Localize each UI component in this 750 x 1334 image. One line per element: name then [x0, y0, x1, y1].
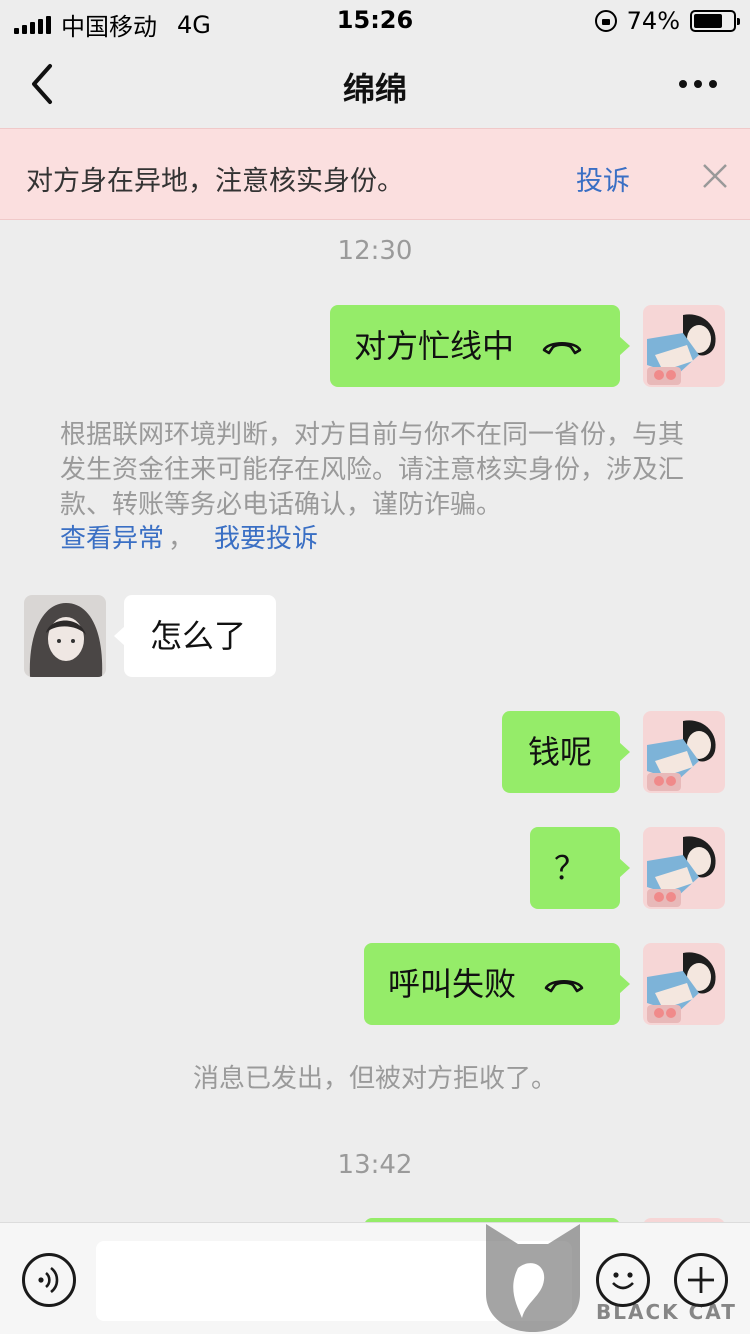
message-bubble-incoming[interactable]: 怎么了 [114, 595, 276, 677]
message-bubble-outgoing[interactable]: 钱呢 [502, 711, 630, 793]
banner-report-link[interactable]: 投诉 [576, 159, 630, 198]
battery-icon [690, 10, 740, 32]
message-text: ？ [554, 849, 587, 887]
my-avatar[interactable] [643, 305, 725, 387]
back-button[interactable] [20, 60, 68, 108]
message-bubble-call-busy[interactable]: 对方忙线中 [330, 305, 630, 387]
report-link[interactable]: 我要投诉 [214, 522, 318, 557]
voice-button[interactable] [22, 1253, 76, 1307]
voice-icon [38, 1266, 59, 1294]
timestamp: 13:42 [337, 1150, 413, 1180]
nav-bar: 绵绵 [0, 40, 750, 128]
illustrated-girl-avatar [643, 305, 725, 387]
rotation-lock-icon [594, 10, 617, 32]
my-avatar[interactable] [643, 827, 725, 909]
close-icon [703, 164, 727, 188]
banner-text: 对方身在异地，注意核实身份。 [26, 166, 404, 197]
notice-links: 查看异常 ， 我要投诉 [60, 522, 318, 557]
timestamp: 12:30 [337, 236, 413, 266]
remote-location-warning-banner: 对方身在异地，注意核实身份。 投诉 [0, 128, 750, 220]
message-bubble-outgoing[interactable]: ？ [530, 827, 630, 909]
contact-avatar[interactable] [24, 595, 106, 677]
chevron-left-icon [32, 64, 52, 104]
black-cat-watermark: BLACK CAT [478, 1218, 750, 1334]
message-rejected-notice: 消息已发出，但被对方拒收了。 [192, 1064, 557, 1094]
phone-hangup-icon [542, 341, 582, 355]
chat-title: 绵绵 [342, 70, 407, 108]
message-bubble-call-failed[interactable]: 呼叫失败 [364, 943, 630, 1025]
phone-hangup-icon [544, 979, 584, 993]
illustrated-girl-avatar [643, 711, 725, 793]
my-avatar[interactable] [643, 711, 725, 793]
illustrated-girl-avatar [643, 827, 725, 909]
status-bar: 中国移动 4G 15:26 74% [0, 0, 750, 41]
view-anomaly-link[interactable]: 查看异常 [60, 522, 164, 557]
notice-separator: ， [168, 524, 195, 554]
fraud-risk-notice: 根据联网环境判断，对方目前与你不在同一省份，与其发生资金往来可能存在风险。请注意… [60, 420, 685, 520]
more-dots-icon [679, 80, 687, 88]
watermark-text: BLACK CAT [596, 1300, 737, 1324]
illustrated-girl-avatar [643, 943, 725, 1025]
status-right: 74% [594, 7, 740, 35]
message-text: 钱呢 [528, 733, 593, 771]
battery-percent: 74% [626, 7, 680, 35]
black-cat-logo-icon [486, 1224, 580, 1332]
contact-photo-avatar [24, 595, 106, 677]
message-text: 对方忙线中 [354, 327, 515, 365]
message-text: 怎么了 [150, 617, 247, 655]
message-text: 呼叫失败 [388, 965, 517, 1003]
banner-close-button[interactable] [698, 159, 732, 193]
more-button[interactable] [670, 64, 726, 104]
my-avatar[interactable] [643, 943, 725, 1025]
